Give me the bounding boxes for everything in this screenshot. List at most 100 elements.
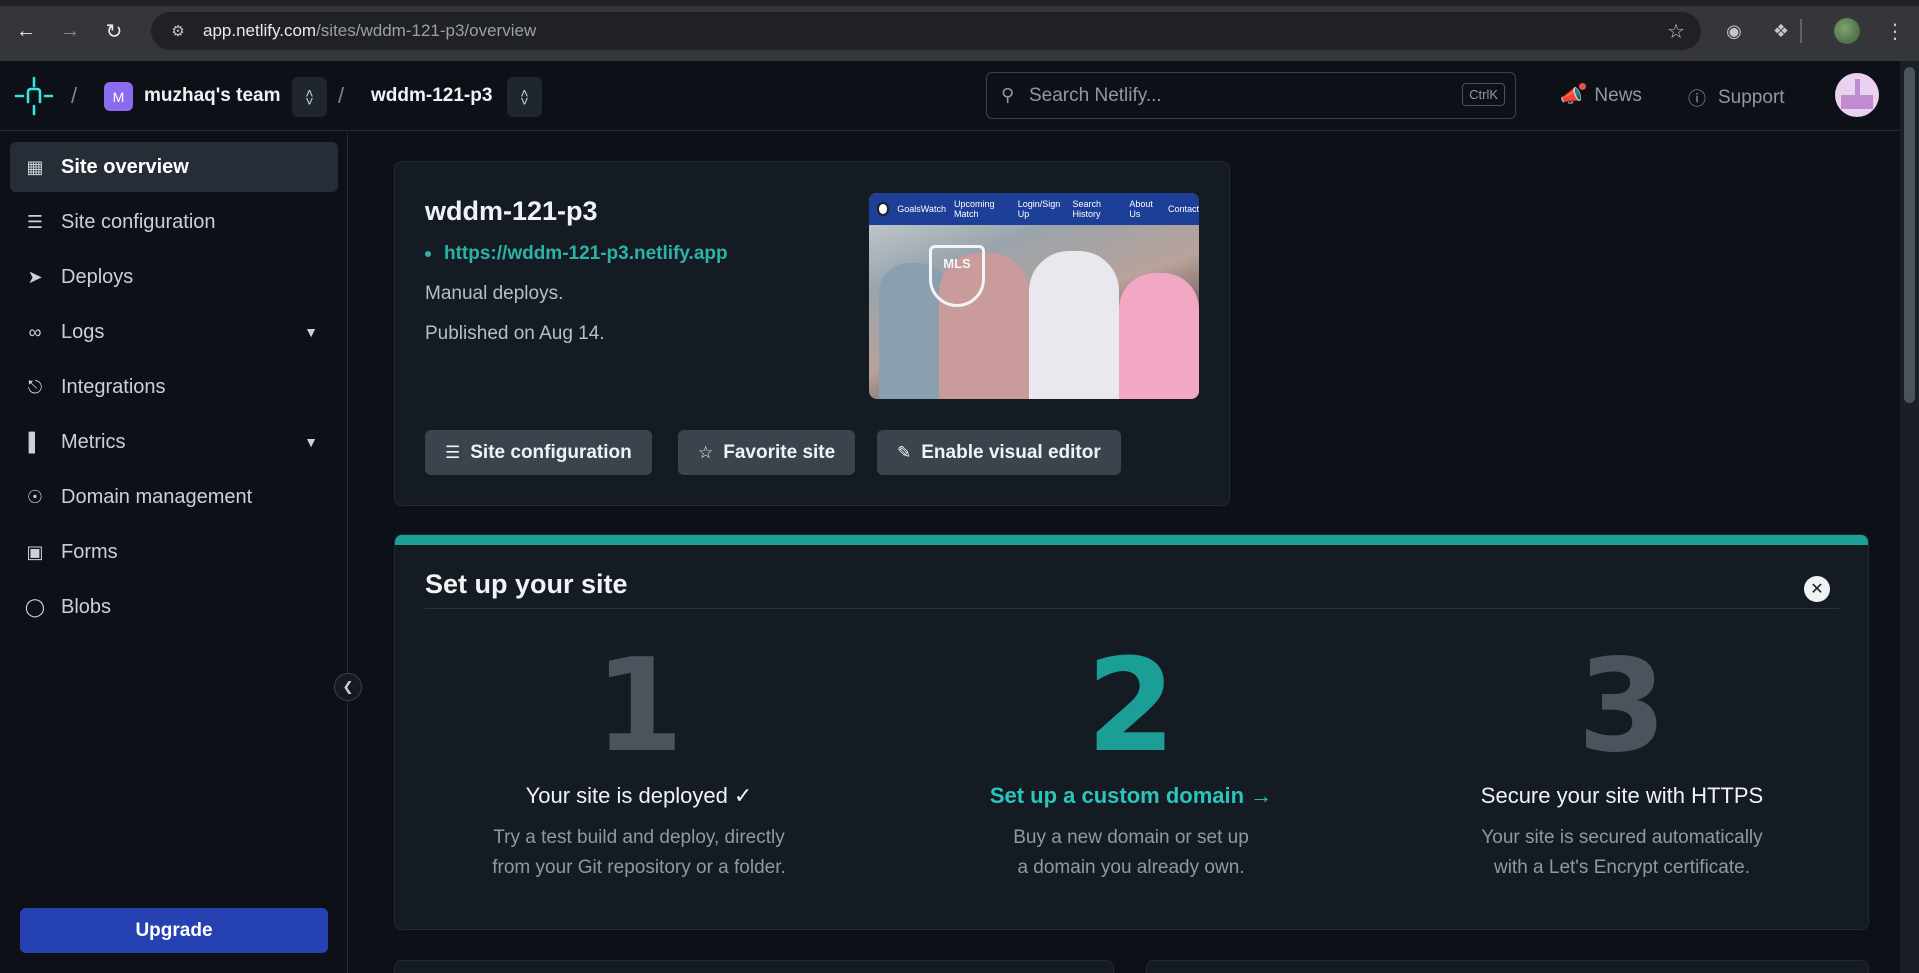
sidebar-item-metrics[interactable]: ▌ Metrics ▼	[10, 417, 338, 467]
button-label: Favorite site	[723, 441, 836, 463]
news-link[interactable]: 📣 News	[1560, 82, 1642, 107]
sidebar-item-site-configuration[interactable]: ☰ Site configuration	[10, 197, 338, 247]
url-host: app.netlify.com	[203, 21, 317, 40]
setup-step-3: 3 Secure your site with HTTPS Your site …	[1412, 643, 1832, 883]
step-title: Your site is deployed ✓	[525, 783, 753, 808]
sidebar-item-label: Site configuration	[61, 210, 216, 233]
site-switcher-button[interactable]: ˄ ˅	[507, 77, 542, 117]
reload-icon[interactable]: ↻	[96, 13, 132, 49]
deploy-mode-text: Manual deploys.	[425, 283, 564, 304]
site-name[interactable]: wddm-121-p3	[371, 85, 492, 107]
site-preview-thumbnail[interactable]: MLS GoalsWatch Upcoming Match Login/Sign…	[869, 193, 1199, 399]
url-path: /sites/wddm-121-p3/overview	[316, 21, 537, 40]
setup-card: Set up your site ✕ 1 Your site is deploy…	[394, 534, 1869, 930]
breadcrumb-separator: /	[71, 83, 78, 108]
site-configuration-button[interactable]: ☰ Site configuration	[425, 430, 652, 475]
extension-owl-icon[interactable]: ◉	[1717, 14, 1751, 48]
bookmark-star-icon[interactable]: ☆	[1667, 19, 1685, 44]
sidebar-item-forms[interactable]: ▣ Forms	[10, 527, 338, 577]
back-icon[interactable]: ←	[8, 13, 44, 49]
sidebar-item-label: Metrics	[61, 430, 126, 453]
logs-icon: ∞	[28, 321, 42, 342]
address-bar[interactable]: ⚙ app.netlify.com/sites/wddm-121-p3/over…	[151, 12, 1701, 50]
preview-nav-item: GoalsWatch	[897, 204, 946, 214]
page-scrollbar[interactable]	[1900, 61, 1919, 973]
collapse-sidebar-button[interactable]: ❮	[334, 673, 362, 701]
pencil-icon: ✎	[897, 442, 912, 462]
setup-step-2: 2 Set up a custom domain → Buy a new dom…	[921, 643, 1341, 883]
custom-domain-link[interactable]: Set up a custom domain →	[921, 783, 1341, 809]
preview-nav-item: Login/Sign Up	[1017, 199, 1061, 219]
user-avatar[interactable]	[1835, 73, 1879, 117]
soccer-ball-icon	[877, 202, 890, 216]
sidebar-item-integrations[interactable]: ⎋ Integrations	[10, 362, 338, 412]
step-description-line: from your Git repository or a folder.	[492, 857, 786, 878]
team-avatar[interactable]: M	[104, 82, 133, 111]
mls-logo: MLS	[929, 245, 985, 307]
close-icon: ✕	[1810, 581, 1824, 598]
browser-chrome: ← → ↻ ⚙ app.netlify.com/sites/wddm-121-p…	[0, 0, 1919, 61]
sidebar-item-logs[interactable]: ∞ Logs ▼	[10, 307, 338, 357]
setup-divider	[425, 608, 1839, 609]
browser-menu-icon[interactable]: ⋮	[1878, 14, 1912, 48]
browser-profile-avatar[interactable]	[1830, 14, 1864, 48]
support-label: Support	[1718, 87, 1785, 108]
megaphone-icon: 📣	[1560, 82, 1587, 107]
step-number: 1	[594, 632, 684, 781]
favorite-site-button[interactable]: ☆ Favorite site	[678, 430, 856, 475]
toolbar-divider	[1800, 19, 1802, 43]
step-description: Try a test build and deploy, directly fr…	[429, 823, 849, 883]
sidebar-item-site-overview[interactable]: ▦ Site overview	[10, 142, 338, 192]
chevron-down-icon: ˅	[305, 93, 314, 109]
extensions-puzzle-icon[interactable]: ❖	[1764, 14, 1798, 48]
sidebar-item-label: Domain management	[61, 485, 253, 508]
sidebar-item-blobs[interactable]: ◯ Blobs	[10, 582, 338, 632]
preview-nav-item: Upcoming Match	[953, 199, 995, 219]
team-switcher-button[interactable]: ˄ ˅	[292, 77, 327, 117]
sidebar-item-label: Integrations	[61, 375, 166, 398]
forward-icon[interactable]: →	[52, 13, 88, 49]
app-header: / M muzhaq's team ˄ ˅ / wddm-121-p3 ˄ ˅ ⚲ …	[0, 61, 1900, 131]
step-description: Buy a new domain or set up a domain you …	[921, 823, 1341, 883]
step-title: Secure your site with HTTPS	[1480, 783, 1764, 808]
page-scrollbar-thumb[interactable]	[1904, 67, 1915, 403]
sidebar-item-deploys[interactable]: ➤ Deploys	[10, 252, 338, 302]
star-icon: ☆	[698, 442, 714, 462]
site-summary-card: wddm-121-p3 https://wddm-121-p3.netlify.…	[394, 161, 1230, 506]
button-label: Enable visual editor	[921, 441, 1101, 463]
support-link[interactable]: ⓘ Support	[1688, 85, 1785, 111]
grid-icon: ▦	[26, 156, 44, 177]
chevron-down-icon: ▼	[304, 434, 318, 450]
preview-nav-item: Search History	[1072, 199, 1102, 219]
sidebar-item-label: Deploys	[61, 265, 134, 288]
address-url[interactable]: app.netlify.com/sites/wddm-121-p3/overvi…	[203, 21, 536, 41]
step-description-line: Buy a new domain or set up	[1013, 827, 1249, 848]
site-title: wddm-121-p3	[425, 196, 598, 226]
upgrade-button[interactable]: Upgrade	[20, 908, 328, 953]
site-info-icon[interactable]: ⚙	[167, 22, 189, 40]
step-number: 3	[1577, 632, 1667, 781]
plug-icon: ⎋	[27, 376, 43, 397]
sidebar: ▦ Site overview ☰ Site configuration ➤ D…	[0, 132, 362, 973]
chevron-down-icon: ▼	[304, 324, 318, 340]
chevron-down-icon: ˅	[520, 93, 529, 109]
server-icon: ☰	[445, 442, 461, 462]
news-label: News	[1594, 85, 1642, 106]
setup-step-1: 1 Your site is deployed ✓ Try a test bui…	[429, 643, 849, 883]
setup-heading: Set up your site	[425, 569, 628, 599]
enable-visual-editor-button[interactable]: ✎ Enable visual editor	[877, 430, 1121, 475]
form-icon: ▣	[26, 541, 44, 562]
tab-strip	[0, 0, 1919, 6]
sidebar-item-domain-management[interactable]: ☉ Domain management	[10, 472, 338, 522]
browser-toolbar: ← → ↻ ⚙ app.netlify.com/sites/wddm-121-p…	[0, 8, 1919, 54]
close-setup-button[interactable]: ✕	[1804, 576, 1830, 602]
setup-accent-bar	[395, 535, 1868, 545]
search-placeholder: Search Netlify...	[1029, 84, 1162, 106]
site-url-link[interactable]: https://wddm-121-p3.netlify.app	[425, 243, 728, 265]
step-description-line: Your site is secured automatically	[1481, 827, 1763, 848]
search-input[interactable]: ⚲ Search Netlify... CtrlK	[986, 72, 1516, 119]
step-description-line: with a Let's Encrypt certificate.	[1493, 857, 1750, 878]
team-name[interactable]: muzhaq's team	[144, 85, 281, 107]
netlify-logo-icon[interactable]	[14, 76, 54, 116]
bar-chart-icon: ▌	[28, 431, 42, 452]
